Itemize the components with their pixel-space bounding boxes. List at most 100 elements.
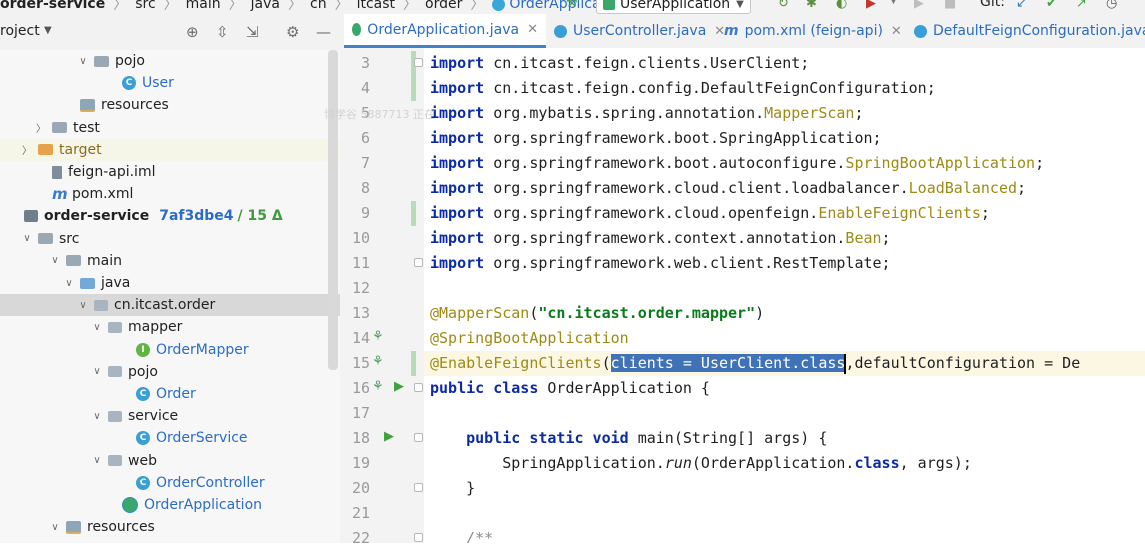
chevron-down-icon[interactable]: ▼	[890, 0, 897, 6]
tree-item-orderapplication[interactable]: OrderApplication	[0, 494, 340, 516]
fold-marker[interactable]	[414, 533, 423, 542]
tree-item-src[interactable]: ∨ src	[0, 228, 340, 250]
tab-user-controller[interactable]: UserController.java ✕	[546, 14, 733, 48]
tree-item-pojo[interactable]: ∨ pojo	[0, 50, 340, 72]
tree-item-web[interactable]: ∨ web	[0, 450, 340, 472]
tree-item-service[interactable]: ∨ service	[0, 405, 340, 427]
fold-marker[interactable]	[414, 383, 423, 392]
commit-icon[interactable]: ✔	[1046, 0, 1057, 11]
fold-marker[interactable]	[414, 433, 423, 442]
tab-pom-xml[interactable]: m pom.xml (feign-api) ✕	[716, 14, 910, 48]
tree-item-resources[interactable]: ∨ resources	[0, 516, 340, 538]
fold-marker[interactable]	[414, 258, 423, 267]
history-icon[interactable]: ◷	[1106, 0, 1117, 11]
breadcrumb-separator: 〉	[113, 0, 128, 13]
tree-item-resources[interactable]: resources	[0, 94, 340, 116]
chevron-right-icon[interactable]: 〉	[34, 120, 48, 135]
run-configuration-selector[interactable]: UserApplication ▼	[596, 0, 751, 14]
tree-item-mapper[interactable]: ∨ mapper	[0, 316, 340, 338]
tree-item-main[interactable]: ∨ main	[0, 250, 340, 272]
gear-icon[interactable]: ⚙	[286, 23, 299, 41]
navigation-bar: order-service 〉 src 〉 main 〉 java 〉 cn 〉…	[0, 0, 1145, 14]
tree-item-test[interactable]: 〉 test	[0, 117, 340, 139]
close-icon[interactable]: ✕	[891, 24, 902, 39]
run-icon[interactable]: ▶	[394, 379, 404, 394]
coverage-icon[interactable]: ◐	[836, 0, 847, 11]
maven-icon: m	[724, 23, 739, 39]
hammer-icon[interactable]: ⚒	[566, 0, 578, 11]
chevron-down-icon[interactable]: ∨	[48, 522, 62, 533]
tree-item-ordermapper[interactable]: I OrderMapper	[0, 339, 340, 361]
chevron-down-icon[interactable]: ∨	[90, 411, 104, 422]
breadcrumb-separator: 〉	[163, 0, 178, 13]
breadcrumb-item[interactable]: src	[135, 0, 155, 12]
profile-icon[interactable]: ▶	[866, 0, 876, 11]
line-number: 15	[351, 354, 370, 372]
vcs-change-marker[interactable]	[411, 351, 416, 376]
tree-item-orderservice[interactable]: C OrderService	[0, 427, 340, 449]
collapse-all-icon[interactable]: ⇲	[246, 23, 259, 41]
project-view-selector[interactable]: roject	[0, 23, 40, 39]
tree-item-pojo[interactable]: ∨ pojo	[0, 361, 340, 383]
fold-marker[interactable]	[414, 58, 423, 67]
tab-label: UserController.java	[573, 23, 707, 39]
chevron-down-icon[interactable]: ∨	[62, 278, 76, 289]
run-configuration-label: UserApplication	[620, 0, 731, 12]
chevron-down-icon[interactable]: ∨	[76, 300, 90, 311]
spring-bean-icon[interactable]: ⚘	[372, 379, 384, 394]
excluded-folder-icon	[38, 144, 53, 156]
breadcrumb-item[interactable]: cn	[310, 0, 327, 12]
code-lines: import cn.itcast.feign.clients.UserClien…	[430, 51, 1145, 543]
tree-scrollbar[interactable]	[328, 50, 338, 370]
tree-item-ordercontroller[interactable]: C OrderController	[0, 472, 340, 494]
debug-icon[interactable]: ✱	[806, 0, 817, 11]
chevron-down-icon[interactable]: ∨	[90, 366, 104, 377]
tab-order-application[interactable]: OrderApplication.java ✕	[344, 14, 546, 48]
chevron-down-icon[interactable]: ▼	[44, 25, 52, 36]
spring-bean-icon[interactable]: ⚘	[372, 329, 384, 344]
resources-folder-icon	[66, 520, 81, 534]
code-line: /**	[466, 529, 494, 543]
tree-item-java[interactable]: ∨ java	[0, 272, 340, 294]
breadcrumb-item[interactable]: main	[186, 0, 221, 12]
code-line: import org.springframework.cloud.openfei…	[430, 204, 990, 222]
tree-item-feign-api-iml[interactable]: feign-api.iml	[0, 161, 340, 183]
tab-default-feign-configuration[interactable]: DefaultFeignConfiguration.java	[906, 14, 1145, 48]
tree-item-label: order-service	[44, 208, 150, 225]
vcs-change-marker[interactable]	[411, 201, 416, 226]
tree-item-label: web	[128, 452, 157, 469]
fold-marker[interactable]	[414, 483, 423, 492]
play-icon[interactable]: ▶	[914, 0, 924, 11]
push-icon[interactable]: ↗	[1076, 0, 1087, 11]
refresh-icon[interactable]: ↻	[778, 0, 789, 11]
tree-item-order-service[interactable]: order-service 7af3dbe4/ 15 Δ	[0, 205, 340, 227]
minimize-icon[interactable]: —	[316, 23, 331, 41]
chevron-down-icon[interactable]: ∨	[76, 56, 90, 67]
breadcrumb-item[interactable]: order-service	[0, 0, 105, 12]
breadcrumb-item[interactable]: order	[425, 0, 462, 12]
tree-item-label: pojo	[115, 53, 145, 69]
run-icon[interactable]: ▶	[384, 429, 394, 444]
spring-bean-icon[interactable]: ⚘	[372, 354, 384, 369]
tree-item-pom-xml[interactable]: m pom.xml	[0, 183, 340, 205]
line-number: 8	[360, 179, 370, 197]
tree-item-target[interactable]: 〉 target	[0, 138, 340, 161]
tree-item-cn-itcast-order[interactable]: ∨ cn.itcast.order	[0, 294, 340, 317]
breadcrumb-item[interactable]: itcast	[357, 0, 395, 12]
tree-item-order[interactable]: C Order	[0, 383, 340, 405]
expand-all-icon[interactable]: ⇳	[216, 23, 229, 41]
chevron-right-icon[interactable]: 〉	[20, 142, 34, 157]
chevron-down-icon[interactable]: ∨	[20, 233, 34, 244]
tree-item-label: test	[73, 119, 100, 136]
locate-icon[interactable]: ⊕	[186, 23, 199, 41]
update-project-icon[interactable]: ↙	[1016, 0, 1027, 11]
breadcrumb-item[interactable]: java	[251, 0, 280, 12]
chevron-down-icon[interactable]: ∨	[90, 455, 104, 466]
close-icon[interactable]: ✕	[527, 22, 538, 37]
watermark: 博学谷 5887713 正在	[324, 108, 435, 121]
tree-item-label: OrderApplication	[144, 497, 263, 513]
chevron-down-icon[interactable]: ∨	[48, 255, 62, 266]
chevron-down-icon[interactable]: ∨	[90, 322, 104, 333]
tree-item-user[interactable]: C User	[0, 72, 340, 94]
stop-icon[interactable]: ■	[944, 0, 956, 11]
